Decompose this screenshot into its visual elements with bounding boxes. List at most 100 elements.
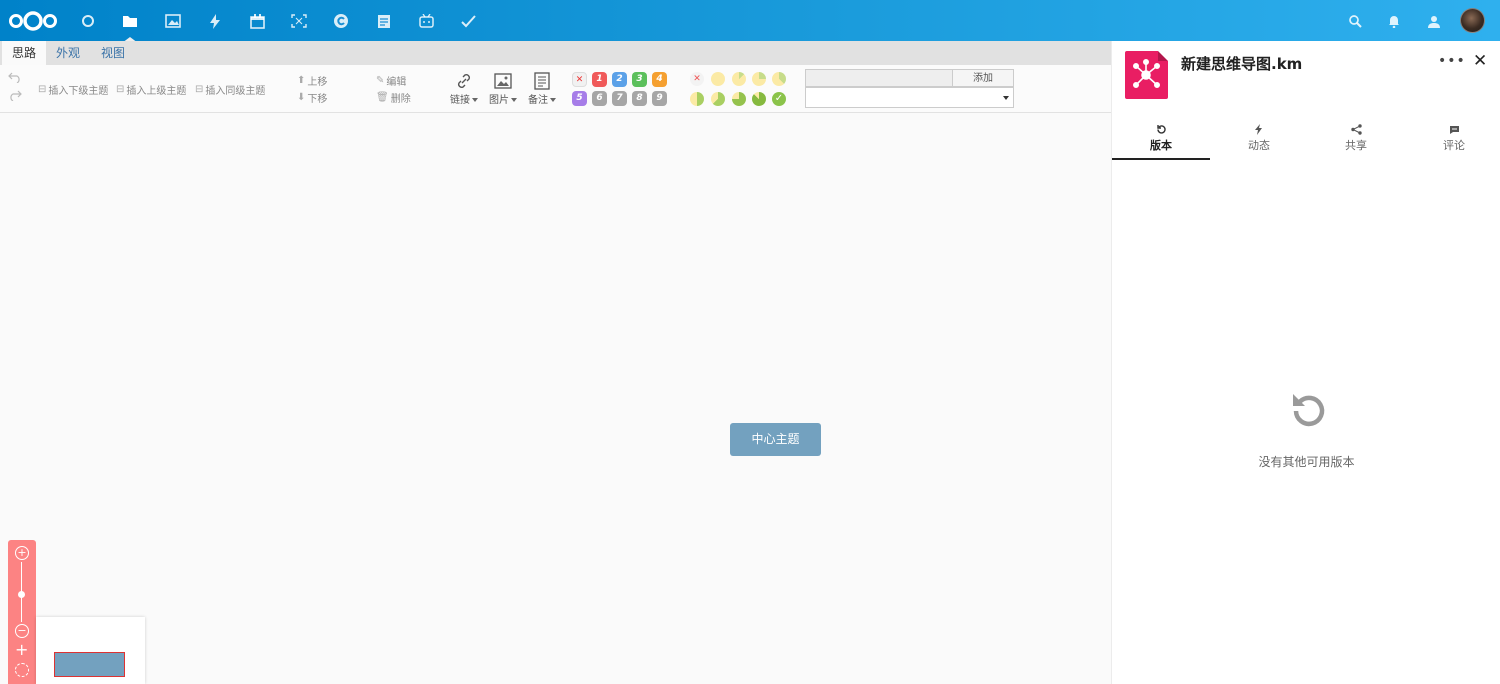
insert-child-label: 插入下级主题 — [48, 86, 109, 97]
share-icon — [1307, 122, 1405, 137]
close-icon[interactable]: ✕ — [1473, 51, 1487, 71]
more-options-icon[interactable]: ••• — [1438, 53, 1466, 69]
progress-done-button[interactable]: ✓ — [772, 92, 786, 106]
progress-4-button[interactable] — [690, 92, 704, 106]
priority-5-button[interactable]: 5 — [572, 91, 587, 106]
tasks-app-icon[interactable] — [457, 10, 479, 32]
calendar-app-icon[interactable] — [246, 10, 268, 32]
photos-app-icon[interactable] — [162, 10, 184, 32]
locate-center-icon[interactable] — [15, 663, 29, 677]
tab-appearance[interactable]: 外观 — [46, 41, 90, 65]
move-down-button[interactable]: ⬇ 下移 — [297, 90, 327, 105]
resource-select[interactable] — [805, 87, 1014, 108]
resource-input[interactable] — [805, 69, 953, 87]
contacts-app-icon[interactable] — [330, 10, 352, 32]
tab-idea[interactable]: 思路 — [2, 41, 47, 65]
file-title: 新建思维导图.km — [1181, 55, 1303, 73]
insert-sibling-label: 插入同级主题 — [205, 86, 266, 97]
arrow-down-icon: ⬇ — [297, 92, 306, 103]
progress-3-button[interactable] — [772, 72, 786, 86]
move-down-label: 下移 — [307, 94, 328, 105]
files-app-icon[interactable] — [119, 10, 141, 43]
note-icon — [524, 71, 560, 91]
priority-1-button[interactable]: 1 — [592, 72, 607, 87]
priority-2-button[interactable]: 2 — [612, 72, 627, 87]
zoom-pane: + − + — [8, 540, 36, 684]
search-icon[interactable] — [1346, 12, 1364, 30]
delete-button[interactable]: 🗑 删除 — [376, 90, 411, 105]
priority-3-button[interactable]: 3 — [632, 72, 647, 87]
tab-activity[interactable]: 动态 — [1210, 122, 1308, 160]
progress-1-button[interactable] — [732, 72, 746, 86]
undo-button[interactable] — [8, 71, 22, 83]
progress-7-button[interactable] — [752, 92, 766, 106]
center-topic-node[interactable]: 中心主题 — [730, 423, 821, 456]
user-avatar[interactable] — [1460, 8, 1485, 33]
priority-4-button[interactable]: 4 — [652, 72, 667, 87]
redo-icon — [10, 90, 22, 101]
progress-5-button[interactable] — [711, 92, 725, 106]
notifications-icon[interactable] — [1385, 12, 1403, 30]
move-up-button[interactable]: ⬆ 上移 — [297, 73, 327, 88]
deck-app-icon[interactable] — [415, 10, 437, 32]
empty-versions-message: 没有其他可用版本 — [1258, 455, 1355, 469]
tab-sharing-label: 共享 — [1345, 139, 1367, 152]
tab-versions-label: 版本 — [1150, 139, 1172, 152]
editor-toolbar: ⊟ 插入下级主题 ⊟ 插入上级主题 ⊟ 插入同级主题 ⬆ 上移 ⬇ 下移 ✎ 编辑 🗑 删除 … — [0, 65, 1111, 113]
insert-child-button[interactable]: ⊟ 插入下级主题 — [38, 82, 108, 97]
trash-icon: 🗑 — [376, 92, 389, 103]
link-icon — [446, 71, 482, 91]
tab-sharing[interactable]: 共享 — [1307, 122, 1405, 160]
priority-9-button[interactable]: 9 — [652, 91, 667, 106]
top-header — [0, 0, 1500, 43]
priority-7-button[interactable]: 7 — [612, 91, 627, 106]
tab-versions[interactable]: 版本 — [1112, 122, 1210, 160]
progress-6-button[interactable] — [732, 92, 746, 106]
insert-child-icon: ⊟ — [38, 84, 47, 95]
mindmap-canvas[interactable]: 中心主题 — [0, 113, 1111, 684]
insert-sibling-button[interactable]: ⊟ 插入同级主题 — [195, 82, 265, 97]
history-icon — [1112, 122, 1210, 137]
zoom-out-icon[interactable]: − — [15, 624, 29, 638]
progress-remove-button[interactable]: ✕ — [690, 72, 704, 86]
delete-label: 删除 — [390, 94, 411, 105]
link-button[interactable]: 链接 — [446, 71, 482, 106]
priority-6-button[interactable]: 6 — [592, 91, 607, 106]
image-icon — [485, 71, 521, 91]
navigator-viewport[interactable] — [54, 652, 125, 677]
details-sidebar: 新建思维导图.km ••• ✕ 版本 动态 共享 评论 没有其他可用版本 — [1111, 41, 1500, 684]
link-label: 链接 — [450, 95, 470, 106]
arrow-up-icon: ⬆ — [297, 75, 306, 86]
move-up-label: 上移 — [307, 77, 328, 88]
tab-activity-label: 动态 — [1248, 139, 1270, 152]
editor-tab-bar: 思路 外观 视图 — [0, 41, 1111, 65]
note-button[interactable]: 备注 — [524, 71, 560, 106]
edit-button[interactable]: ✎ 编辑 — [376, 73, 406, 88]
insert-sibling-icon: ⊟ — [195, 84, 204, 95]
insert-parent-icon: ⊟ — [116, 84, 125, 95]
tab-comments[interactable]: 评论 — [1405, 122, 1500, 160]
screenshot-app-icon[interactable] — [288, 10, 310, 32]
progress-2-button[interactable] — [752, 72, 766, 86]
contacts-icon[interactable] — [1425, 12, 1443, 30]
tab-comments-label: 评论 — [1443, 139, 1465, 152]
progress-0-button[interactable] — [711, 72, 725, 86]
image-button[interactable]: 图片 — [485, 71, 521, 106]
zoom-slider-handle[interactable] — [18, 591, 25, 598]
dashboard-app-icon[interactable] — [77, 10, 99, 32]
tab-view[interactable]: 视图 — [91, 41, 135, 65]
nextcloud-logo-icon[interactable] — [8, 10, 58, 32]
insert-parent-label: 插入上级主题 — [126, 86, 187, 97]
navigator-preview[interactable] — [36, 617, 145, 684]
note-label: 备注 — [528, 95, 548, 106]
zoom-in-icon[interactable]: + — [15, 546, 29, 560]
priority-remove-button[interactable]: ✕ — [572, 72, 587, 87]
notes-app-icon[interactable] — [373, 10, 395, 32]
insert-parent-button[interactable]: ⊟ 插入上级主题 — [116, 82, 186, 97]
redo-button[interactable] — [8, 89, 22, 101]
activity-app-icon[interactable] — [204, 10, 226, 32]
history-icon — [1293, 394, 1325, 427]
resource-add-button[interactable]: 添加 — [953, 69, 1014, 87]
move-hand-icon[interactable]: + — [15, 642, 28, 658]
priority-8-button[interactable]: 8 — [632, 91, 647, 106]
